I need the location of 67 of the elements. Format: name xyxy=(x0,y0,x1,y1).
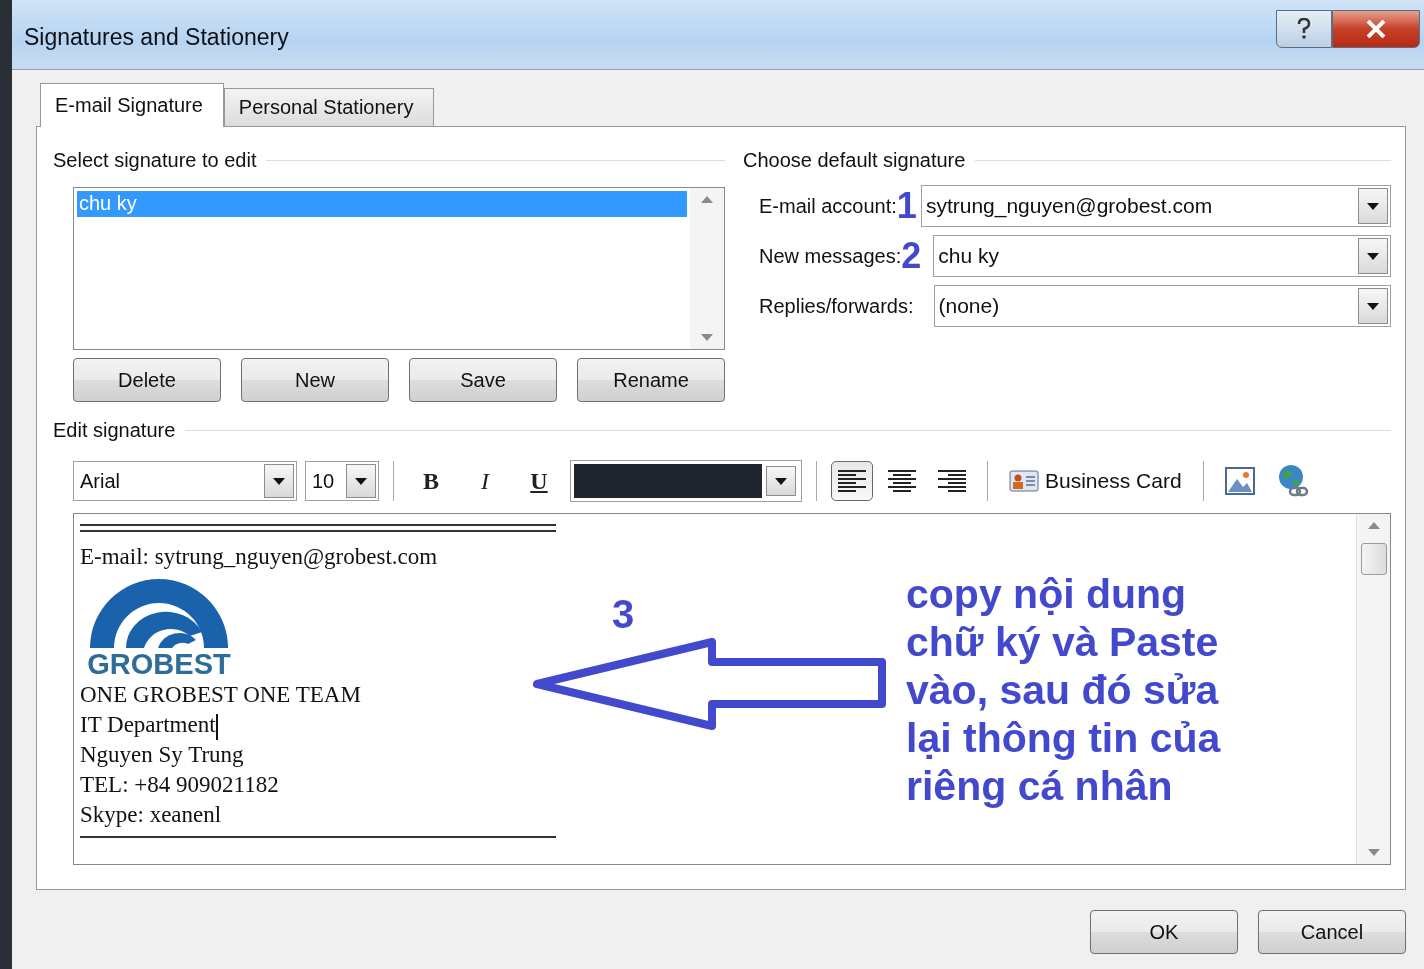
section-heading: Edit signature xyxy=(53,418,176,442)
signature-dropdown[interactable]: (none) xyxy=(933,285,1391,327)
logo-text: GROBEST xyxy=(87,648,231,680)
scroll-up-icon[interactable] xyxy=(701,196,713,203)
dropdown-arrow-icon[interactable] xyxy=(1367,202,1379,210)
signature-line: Nguyen Sy Trung xyxy=(80,741,244,769)
size-dropdown[interactable]: 10 xyxy=(305,461,379,501)
tab[interactable]: Personal Stationery xyxy=(223,88,435,126)
dropdown-button[interactable] xyxy=(766,466,796,496)
scroll-thumb[interactable] xyxy=(1360,543,1387,575)
scroll-up-icon[interactable] xyxy=(1367,522,1380,529)
action-button[interactable]: Delete xyxy=(73,358,221,402)
help-button[interactable] xyxy=(1276,10,1332,48)
dropdown-button[interactable] xyxy=(1358,238,1388,274)
signature-editor[interactable] xyxy=(73,513,1391,865)
dropdown-button[interactable] xyxy=(346,464,376,498)
scroll-down-icon[interactable] xyxy=(701,334,713,341)
font-dropdown[interactable]: Arial xyxy=(73,461,297,501)
action-button[interactable]: New xyxy=(241,358,389,402)
section-heading: Choose default signature xyxy=(743,148,966,172)
tab[interactable]: E-mail Signature xyxy=(40,83,224,127)
font-color-dropdown[interactable] xyxy=(570,460,802,502)
dialog-button[interactable]: Cancel xyxy=(1258,910,1406,954)
dropdown-arrow-icon[interactable] xyxy=(355,477,367,485)
action-button[interactable]: Save xyxy=(409,358,557,402)
step-number: 2 xyxy=(901,238,922,274)
scroll-down-icon[interactable] xyxy=(1367,849,1380,856)
dropdown-arrow-icon[interactable] xyxy=(1367,302,1379,310)
close-icon xyxy=(1366,20,1386,38)
signature-dropdown[interactable]: chu ky xyxy=(933,235,1391,277)
close-button[interactable] xyxy=(1332,10,1420,48)
field-label: E-mail account: xyxy=(759,194,897,218)
picture-icon xyxy=(1224,467,1255,495)
dropdown-button[interactable] xyxy=(1358,288,1388,324)
bold-button[interactable]: B xyxy=(408,461,454,501)
underline-button[interactable]: U xyxy=(516,461,562,501)
signature-line: E-mail: sytrung_nguyen@grobest.com xyxy=(80,543,438,571)
annotation-note: copy nội dung chữ ký và Paste vào, sau đó sửa lại thông tin của riêng cá nhân xyxy=(906,570,1222,810)
signature-dropdown[interactable]: sytrung_nguyen@grobest.com xyxy=(920,185,1391,227)
dropdown-arrow-icon[interactable] xyxy=(775,477,787,485)
dropdown-button[interactable] xyxy=(264,464,294,498)
dropdown-arrow-icon[interactable] xyxy=(273,477,285,485)
globe-link-icon xyxy=(1276,464,1311,498)
align-right-icon xyxy=(938,470,966,492)
window-title: Signatures and Stationery xyxy=(24,24,289,51)
step-number: 3 xyxy=(612,592,635,637)
dropdown-button[interactable] xyxy=(1358,188,1388,224)
help-icon xyxy=(1297,18,1311,40)
align-center-icon xyxy=(888,470,916,492)
step-number: 1 xyxy=(896,188,917,224)
dialog-button[interactable]: OK xyxy=(1090,910,1238,954)
scrollbar[interactable] xyxy=(1356,514,1390,864)
scrollbar[interactable] xyxy=(690,188,724,349)
field-label: New messages: xyxy=(759,244,902,268)
signature-line: TEL: +84 909021182 xyxy=(80,771,279,799)
italic-button[interactable]: I xyxy=(462,461,508,501)
section-heading: Select signature to edit xyxy=(53,148,257,172)
dropdown-arrow-icon[interactable] xyxy=(1367,252,1379,260)
align-left-button[interactable] xyxy=(831,461,873,501)
signature-line: IT Department xyxy=(80,710,218,740)
signature-line: ONE GROBEST ONE TEAM xyxy=(80,681,361,709)
align-left-icon xyxy=(838,470,866,492)
business-card-button[interactable]: Business Card xyxy=(1002,461,1189,501)
signature-line: Skype: xeanenl xyxy=(80,801,222,829)
contact-card-icon xyxy=(1009,469,1039,493)
action-button[interactable]: Rename xyxy=(577,358,725,402)
field-label: Replies/forwards: xyxy=(759,294,914,318)
